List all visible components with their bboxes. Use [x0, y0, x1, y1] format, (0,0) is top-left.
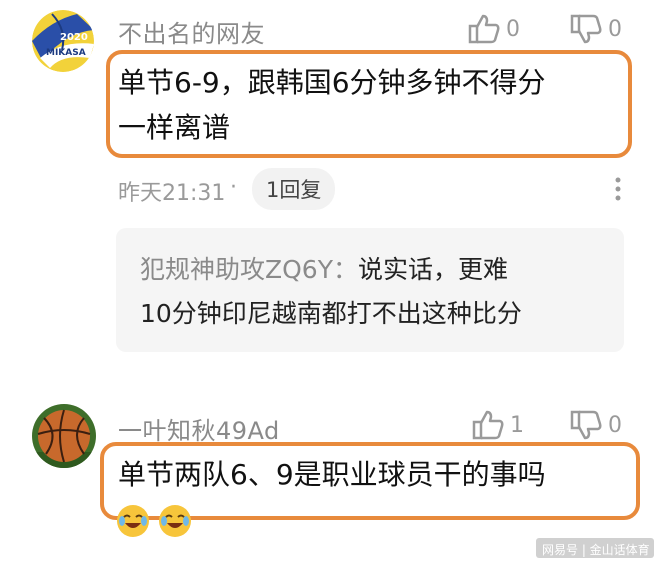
watermark: 网易号 | 金山话体育 [542, 543, 650, 557]
reply-author[interactable]: 犯规神助攻ZQ6Y： [140, 255, 358, 284]
comment-text: 单节6-9，跟韩国6分钟多钟不得分 一样离谱 [118, 60, 546, 150]
avatar[interactable] [32, 404, 96, 468]
like-count: 0 [506, 16, 520, 42]
emoji-row [116, 504, 192, 538]
like-count: 1 [510, 412, 524, 438]
more-vertical-icon [615, 177, 621, 201]
thumbs-up-icon [472, 410, 504, 440]
thumbs-down-icon [570, 410, 602, 440]
crying-laughing-emoji-icon [159, 505, 191, 537]
reply-text: 说实话，更难 [357, 255, 508, 284]
dislike-button[interactable]: 0 [570, 410, 622, 440]
svg-text:MIKASA: MIKASA [46, 48, 86, 58]
svg-text:2020: 2020 [60, 32, 88, 43]
username[interactable]: 不出名的网友 [118, 14, 265, 49]
dislike-button[interactable]: 0 [570, 14, 622, 44]
reply-text: 10分钟印尼越南都打不出这种比分 [140, 299, 522, 328]
comment-text: 单节两队6、9是职业球员干的事吗 [118, 458, 546, 491]
crying-laughing-emoji-icon [117, 505, 149, 537]
thumbs-up-icon [468, 14, 500, 44]
like-button[interactable]: 1 [472, 410, 524, 440]
thumbs-down-icon [570, 14, 602, 44]
timestamp: 昨天21:31 [118, 181, 226, 206]
avatar[interactable]: 2020 MIKASA [32, 10, 94, 72]
dislike-count: 0 [608, 412, 622, 438]
more-options-button[interactable] [610, 174, 626, 204]
reply-content: 犯规神助攻ZQ6Y：说实话，更难 10分钟印尼越南都打不出这种比分 [140, 248, 522, 336]
username[interactable]: 一叶知秋49Ad [118, 411, 280, 446]
comment-line: 一样离谱 [118, 111, 231, 144]
dislike-count: 0 [608, 16, 622, 42]
separator-dot: · [230, 175, 237, 200]
volleyball-icon: 2020 MIKASA [32, 10, 94, 72]
basketball-icon [32, 404, 96, 468]
reply-count-button[interactable]: 1回复 [252, 168, 336, 210]
comment-line: 单节6-9，跟韩国6分钟多钟不得分 [118, 66, 546, 99]
like-button[interactable]: 0 [468, 14, 520, 44]
